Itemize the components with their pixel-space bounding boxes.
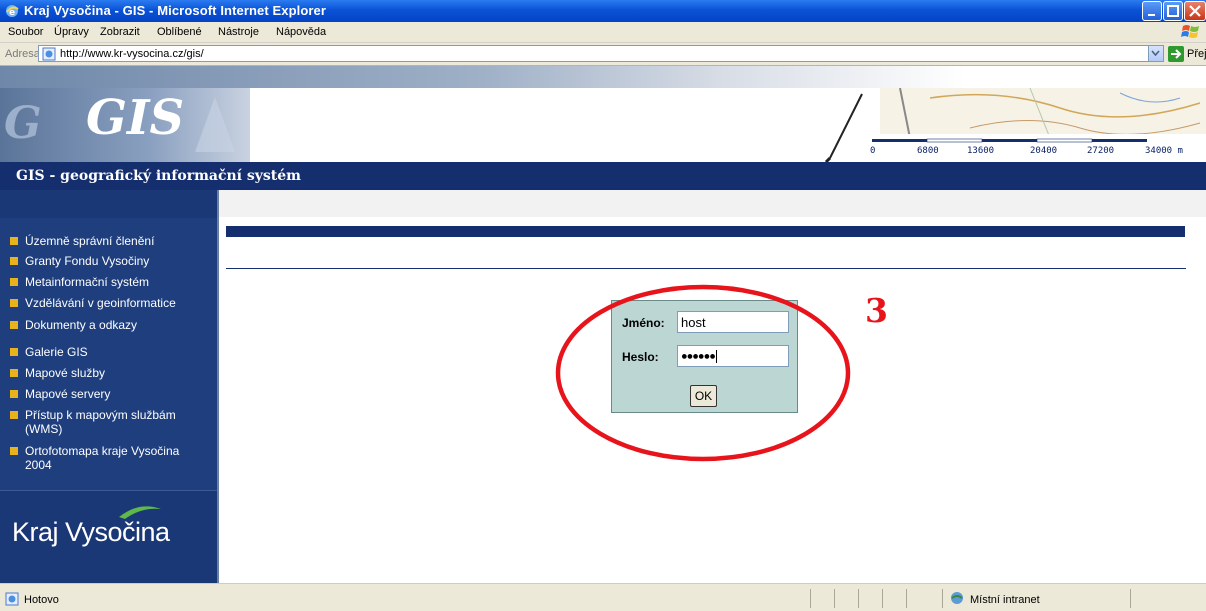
sidebar-item-label: Vzdělávání v geoinformatice bbox=[25, 296, 176, 310]
maximize-button[interactable] bbox=[1163, 1, 1183, 21]
address-dropdown-button[interactable] bbox=[1148, 46, 1163, 61]
tree-icon bbox=[195, 97, 235, 152]
address-url: http://www.kr-vysocina.cz/gis/ bbox=[60, 48, 204, 60]
window-title-bar[interactable]: e Kraj Vysočina - GIS - Microsoft Intern… bbox=[0, 0, 1206, 22]
intranet-globe-icon bbox=[951, 592, 963, 604]
status-divider bbox=[882, 589, 883, 608]
sidebar-item-label: Ortofotomapa kraje Vysočina bbox=[25, 444, 180, 458]
status-bar: Hotovo Místní intranet bbox=[0, 583, 1206, 611]
content-navy-bar bbox=[226, 226, 1185, 237]
scale-tick: 27200 bbox=[1087, 146, 1115, 156]
bullet-icon bbox=[10, 411, 18, 419]
gis-logo-shadow: G bbox=[4, 98, 42, 149]
sidebar: Územně správní členění Granty Fondu Vyso… bbox=[0, 190, 219, 583]
scale-tick: 6800 bbox=[917, 146, 939, 156]
page-done-icon bbox=[5, 592, 19, 606]
map-thumbnail bbox=[880, 87, 1206, 139]
status-divider bbox=[834, 589, 835, 608]
sidebar-item-label: Granty Fondu Vysočiny bbox=[25, 254, 150, 268]
menu-bar: Soubor Úpravy Zobrazit Oblíbené Nástroje… bbox=[0, 22, 1206, 43]
close-button[interactable] bbox=[1184, 1, 1206, 21]
sidebar-top-strip bbox=[0, 190, 217, 218]
scale-tick: 34000 m bbox=[1145, 146, 1183, 156]
menu-napoveda[interactable]: Nápověda bbox=[276, 26, 326, 38]
sidebar-item-label-line2: 2004 bbox=[25, 458, 52, 472]
page-icon bbox=[42, 47, 56, 61]
content-divider bbox=[226, 268, 1186, 269]
sidebar-item-label-line2: (WMS) bbox=[25, 422, 63, 436]
gis-logo-text: GIS bbox=[86, 90, 185, 146]
address-label: Adresa bbox=[5, 48, 40, 60]
sidebar-item-label: Metainformační systém bbox=[25, 275, 150, 289]
bullet-icon bbox=[10, 257, 18, 265]
page-header: G GIS 0 6800 13600 20400 27200 34000 m bbox=[0, 66, 1206, 162]
gis-logo: G GIS bbox=[0, 88, 250, 162]
status-divider bbox=[942, 589, 943, 608]
status-divider bbox=[906, 589, 907, 608]
scale-tick: 20400 bbox=[1030, 146, 1058, 156]
sidebar-item-label: Mapové služby bbox=[25, 366, 106, 380]
windows-logo-icon bbox=[1181, 25, 1199, 38]
menu-soubor[interactable]: Soubor bbox=[8, 26, 43, 38]
menu-oblibene[interactable]: Oblíbené bbox=[157, 26, 202, 38]
sidebar-item-label: Dokumenty a odkazy bbox=[25, 318, 138, 332]
sidebar-item-label: Přístup k mapovým službám bbox=[25, 408, 176, 422]
minimize-icon bbox=[1148, 14, 1155, 16]
close-icon bbox=[1189, 5, 1201, 17]
bullet-icon bbox=[10, 237, 18, 245]
kraj-vysocina-logo[interactable]: Kraj Vysočina bbox=[0, 491, 217, 583]
go-label: Přejít bbox=[1187, 48, 1206, 60]
status-divider bbox=[858, 589, 859, 608]
content-top-strip bbox=[219, 190, 1206, 217]
site-subtitle-bar: GIS - geografický informační systém bbox=[0, 162, 1206, 190]
ie-window-icon: e bbox=[6, 5, 19, 18]
kraj-vysocina-brand: Kraj Vysočina bbox=[12, 517, 170, 547]
bullet-icon bbox=[10, 369, 18, 377]
map-scale-bar: 0 6800 13600 20400 27200 34000 m bbox=[862, 134, 1206, 162]
header-gradient-strip bbox=[0, 66, 1206, 88]
bullet-icon bbox=[10, 299, 18, 307]
go-arrow-icon bbox=[1168, 46, 1184, 62]
menu-nastroje[interactable]: Nástroje bbox=[218, 26, 259, 38]
sidebar-item-label: Galerie GIS bbox=[25, 345, 88, 359]
status-divider bbox=[810, 589, 811, 608]
minimize-button[interactable] bbox=[1142, 1, 1162, 21]
bullet-icon bbox=[10, 321, 18, 329]
step-number: 3 bbox=[865, 291, 888, 330]
window-title: Kraj Vysočina - GIS - Microsoft Internet… bbox=[24, 3, 327, 18]
status-divider bbox=[1130, 589, 1131, 608]
address-bar: Adresa http://www.kr-vysocina.cz/gis/ Př… bbox=[0, 43, 1206, 66]
bullet-icon bbox=[10, 390, 18, 398]
maximize-icon bbox=[1167, 5, 1179, 17]
bullet-icon bbox=[10, 278, 18, 286]
address-input[interactable]: http://www.kr-vysocina.cz/gis/ bbox=[38, 45, 1164, 62]
highlight-ellipse bbox=[555, 284, 851, 462]
security-zone-label: Místní intranet bbox=[970, 594, 1040, 606]
bullet-icon bbox=[10, 348, 18, 356]
bullet-icon bbox=[10, 447, 18, 455]
menu-upravy[interactable]: Úpravy bbox=[54, 26, 89, 38]
status-text: Hotovo bbox=[24, 594, 59, 606]
scale-tick: 13600 bbox=[967, 146, 995, 156]
chevron-down-icon bbox=[1151, 50, 1160, 57]
sidebar-item-label: Územně správní členění bbox=[25, 234, 155, 248]
site-subtitle: GIS - geografický informační systém bbox=[16, 168, 301, 184]
scale-tick: 0 bbox=[870, 146, 876, 156]
svg-text:e: e bbox=[9, 8, 15, 18]
menu-zobrazit[interactable]: Zobrazit bbox=[100, 26, 140, 38]
sidebar-item-label: Mapové servery bbox=[25, 387, 111, 401]
